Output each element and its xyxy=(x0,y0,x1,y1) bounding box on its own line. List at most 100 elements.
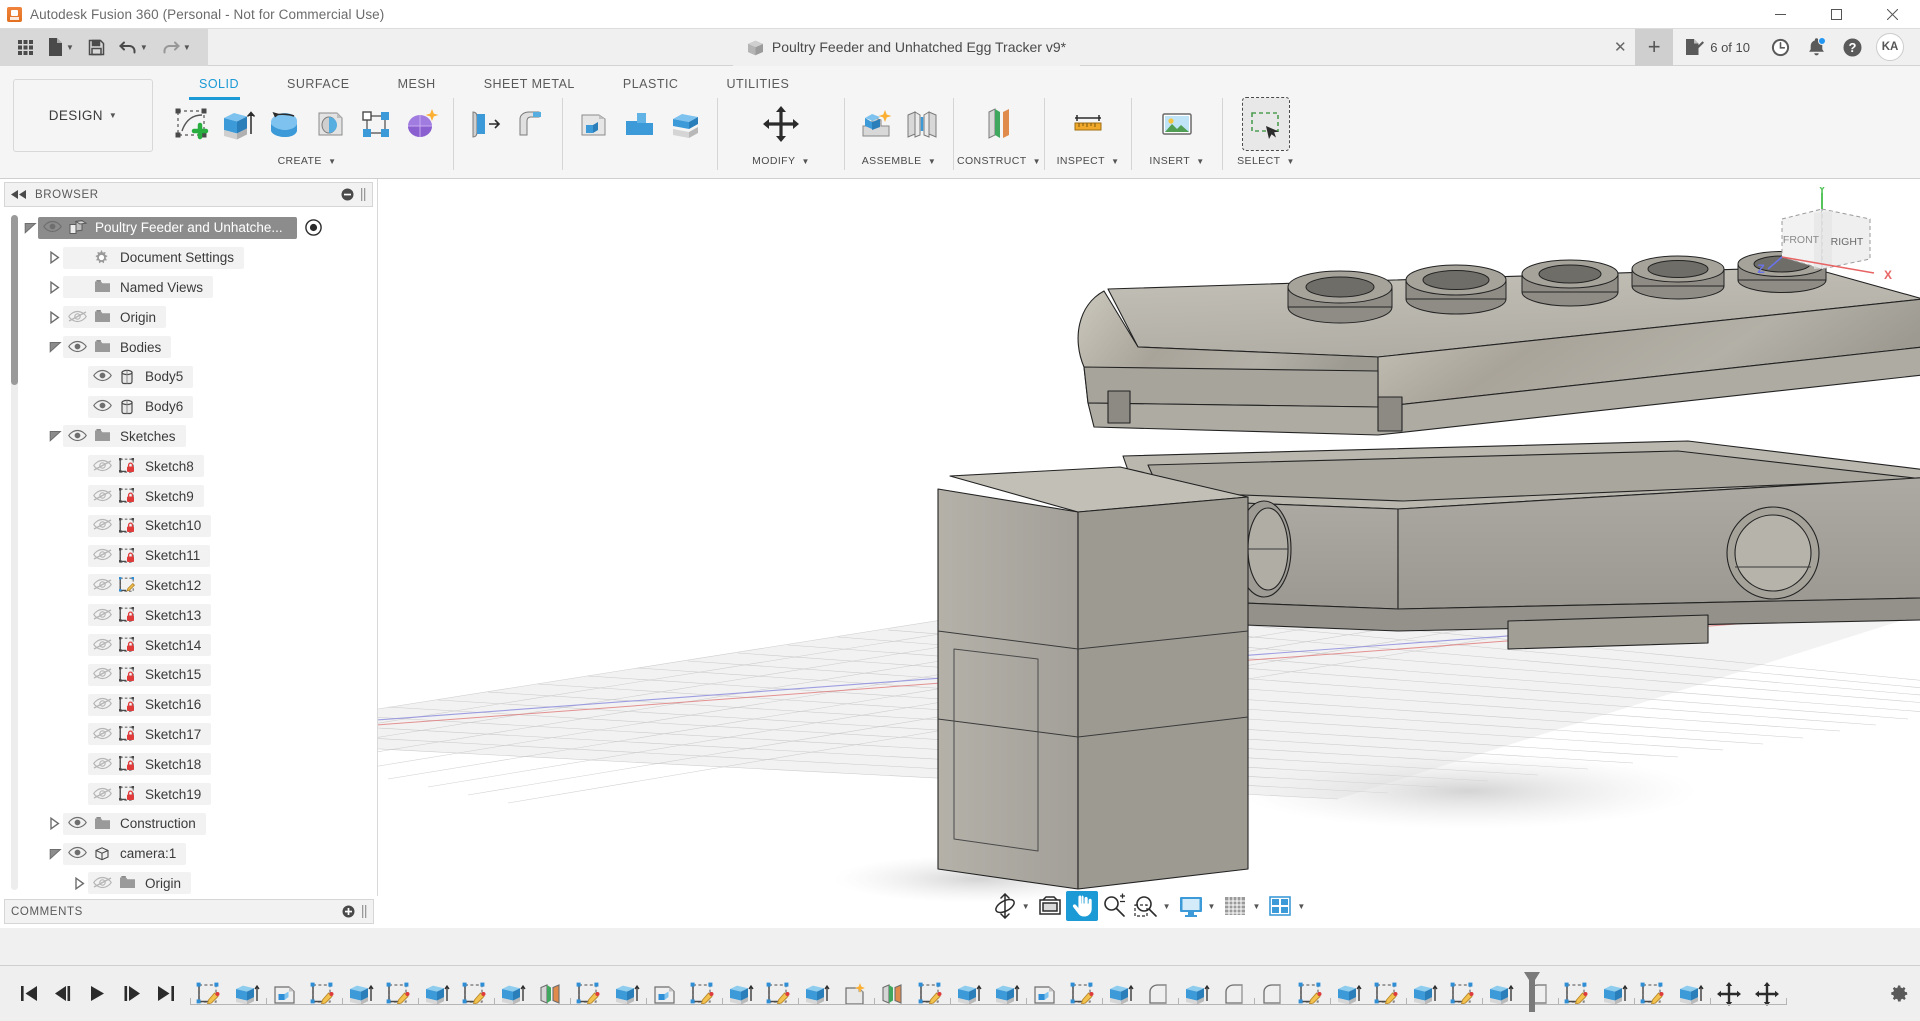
visibility-toggle-12[interactable] xyxy=(93,578,112,593)
expander-21[interactable] xyxy=(47,846,63,862)
grip-icon[interactable] xyxy=(361,188,366,201)
tab-plastic[interactable]: PLASTIC xyxy=(599,72,703,96)
visibility-toggle-21[interactable] xyxy=(68,846,87,861)
expander-0[interactable] xyxy=(22,220,38,236)
tab-utilities[interactable]: UTILITIES xyxy=(702,72,813,96)
visibility-toggle-14[interactable] xyxy=(93,638,112,653)
timeline-feature-41[interactable] xyxy=(1748,974,1786,1014)
form-icon[interactable] xyxy=(399,98,445,150)
timeline-end-marker[interactable] xyxy=(1522,971,1538,1009)
view-cube[interactable]: FRONT RIGHT Y X Z xyxy=(1752,187,1902,297)
user-avatar[interactable]: KA xyxy=(1876,33,1904,61)
browser-node-named-views[interactable]: Named Views xyxy=(0,273,377,303)
minimize-button[interactable] xyxy=(1752,0,1808,29)
sweep-icon[interactable] xyxy=(307,98,353,150)
timeline-feature-34[interactable] xyxy=(1482,974,1520,1014)
pan-icon[interactable] xyxy=(1066,891,1098,921)
group-label-create[interactable]: CREATE ▼ xyxy=(163,155,451,167)
visibility-toggle-19[interactable] xyxy=(93,787,112,802)
new-tab-button[interactable]: + xyxy=(1635,29,1673,66)
orbit-icon[interactable] xyxy=(989,891,1021,921)
viewports-icon[interactable] xyxy=(1264,891,1296,921)
joint-icon[interactable] xyxy=(899,98,945,150)
timeline-feature-21[interactable] xyxy=(988,974,1026,1014)
timeline-settings-gear-icon[interactable] xyxy=(1876,966,1920,1021)
browser-node-sketch11[interactable]: Sketch11 xyxy=(0,541,377,571)
visibility-toggle-22[interactable] xyxy=(93,876,112,891)
display-settings-caret-icon[interactable]: ▼ xyxy=(1208,902,1216,911)
timeline-feature-15[interactable] xyxy=(760,974,798,1014)
model-3d-view[interactable] xyxy=(378,179,1920,928)
timeline-feature-40[interactable] xyxy=(1710,974,1748,1014)
browser-node-sketch8[interactable]: Sketch8 xyxy=(0,451,377,481)
look-at-icon[interactable] xyxy=(1034,891,1066,921)
visibility-toggle-6[interactable] xyxy=(93,399,112,414)
browser-node-sketch17[interactable]: Sketch17 xyxy=(0,720,377,750)
timeline-feature-17[interactable] xyxy=(836,974,874,1014)
timeline-feature-37[interactable] xyxy=(1596,974,1634,1014)
redo-icon[interactable]: ▼ xyxy=(155,29,198,66)
timeline-feature-7[interactable] xyxy=(456,974,494,1014)
viewports-caret-icon[interactable]: ▼ xyxy=(1297,902,1305,911)
timeline-feature-4[interactable] xyxy=(342,974,380,1014)
expander-1[interactable] xyxy=(47,250,63,266)
timeline-feature-9[interactable] xyxy=(532,974,570,1014)
timeline-feature-11[interactable] xyxy=(608,974,646,1014)
browser-node-body6[interactable]: Body6 xyxy=(0,392,377,422)
go-to-beginning-icon[interactable] xyxy=(14,977,44,1011)
comments-grip-icon[interactable] xyxy=(362,905,367,918)
step-forward-icon[interactable] xyxy=(116,977,146,1011)
browser-node-sketches[interactable]: Sketches xyxy=(0,422,377,452)
help-icon[interactable]: ? xyxy=(1834,29,1870,66)
timeline-feature-19[interactable] xyxy=(912,974,950,1014)
timeline-feature-12[interactable] xyxy=(646,974,684,1014)
timeline-feature-32[interactable] xyxy=(1406,974,1444,1014)
go-to-end-icon[interactable] xyxy=(150,977,180,1011)
plastic-rib-icon[interactable] xyxy=(571,98,617,150)
base-port-right[interactable] xyxy=(1727,507,1819,599)
visibility-toggle-9[interactable] xyxy=(93,489,112,504)
timeline-feature-14[interactable] xyxy=(722,974,760,1014)
tab-mesh[interactable]: MESH xyxy=(374,72,460,96)
create-sketch-icon[interactable] xyxy=(169,98,215,150)
expander-4[interactable] xyxy=(47,339,63,355)
timeline-feature-24[interactable] xyxy=(1102,974,1140,1014)
browser-node-origin[interactable]: Origin xyxy=(0,869,377,896)
step-back-icon[interactable] xyxy=(48,977,78,1011)
timeline-feature-2[interactable] xyxy=(266,974,304,1014)
timeline-feature-27[interactable] xyxy=(1216,974,1254,1014)
browser-node-camera-1[interactable]: camera:1 xyxy=(0,839,377,869)
timeline-feature-3[interactable] xyxy=(304,974,342,1014)
timeline-feature-0[interactable] xyxy=(190,974,228,1014)
visibility-toggle-20[interactable] xyxy=(68,816,87,831)
browser-node-sketch18[interactable]: Sketch18 xyxy=(0,749,377,779)
offset-plane-icon[interactable] xyxy=(976,98,1022,150)
new-file-caret[interactable]: ▼ xyxy=(66,43,74,52)
timeline-feature-8[interactable] xyxy=(494,974,532,1014)
close-tab-button[interactable]: ✕ xyxy=(1605,29,1635,66)
redo-caret[interactable]: ▼ xyxy=(183,43,191,52)
sheet-metal-flange-icon[interactable] xyxy=(462,98,508,150)
browser-node-sketch15[interactable]: Sketch15 xyxy=(0,660,377,690)
group-label-construct[interactable]: CONSTRUCT ▼ xyxy=(956,155,1042,167)
timeline-feature-36[interactable] xyxy=(1558,974,1596,1014)
browser-node-sketch19[interactable]: Sketch19 xyxy=(0,779,377,809)
timeline-feature-38[interactable] xyxy=(1634,974,1672,1014)
plastic-boss-icon[interactable] xyxy=(617,98,663,150)
timeline-feature-26[interactable] xyxy=(1178,974,1216,1014)
clock-icon[interactable] xyxy=(1762,29,1798,66)
save-icon[interactable] xyxy=(81,29,112,66)
token-count-button[interactable]: 6 of 10 xyxy=(1673,29,1762,66)
timeline-feature-22[interactable] xyxy=(1026,974,1064,1014)
timeline-track[interactable] xyxy=(190,966,1876,1021)
visibility-toggle-13[interactable] xyxy=(93,608,112,623)
expander-22[interactable] xyxy=(72,875,88,891)
browser-node-document-settings[interactable]: Document Settings xyxy=(0,243,377,273)
select-window-icon[interactable] xyxy=(1243,98,1289,150)
timeline-feature-1[interactable] xyxy=(228,974,266,1014)
visibility-toggle-17[interactable] xyxy=(93,727,112,742)
visibility-toggle-15[interactable] xyxy=(93,667,112,682)
timeline-feature-13[interactable] xyxy=(684,974,722,1014)
browser-node-construction[interactable]: Construction xyxy=(0,809,377,839)
play-icon[interactable] xyxy=(82,977,112,1011)
